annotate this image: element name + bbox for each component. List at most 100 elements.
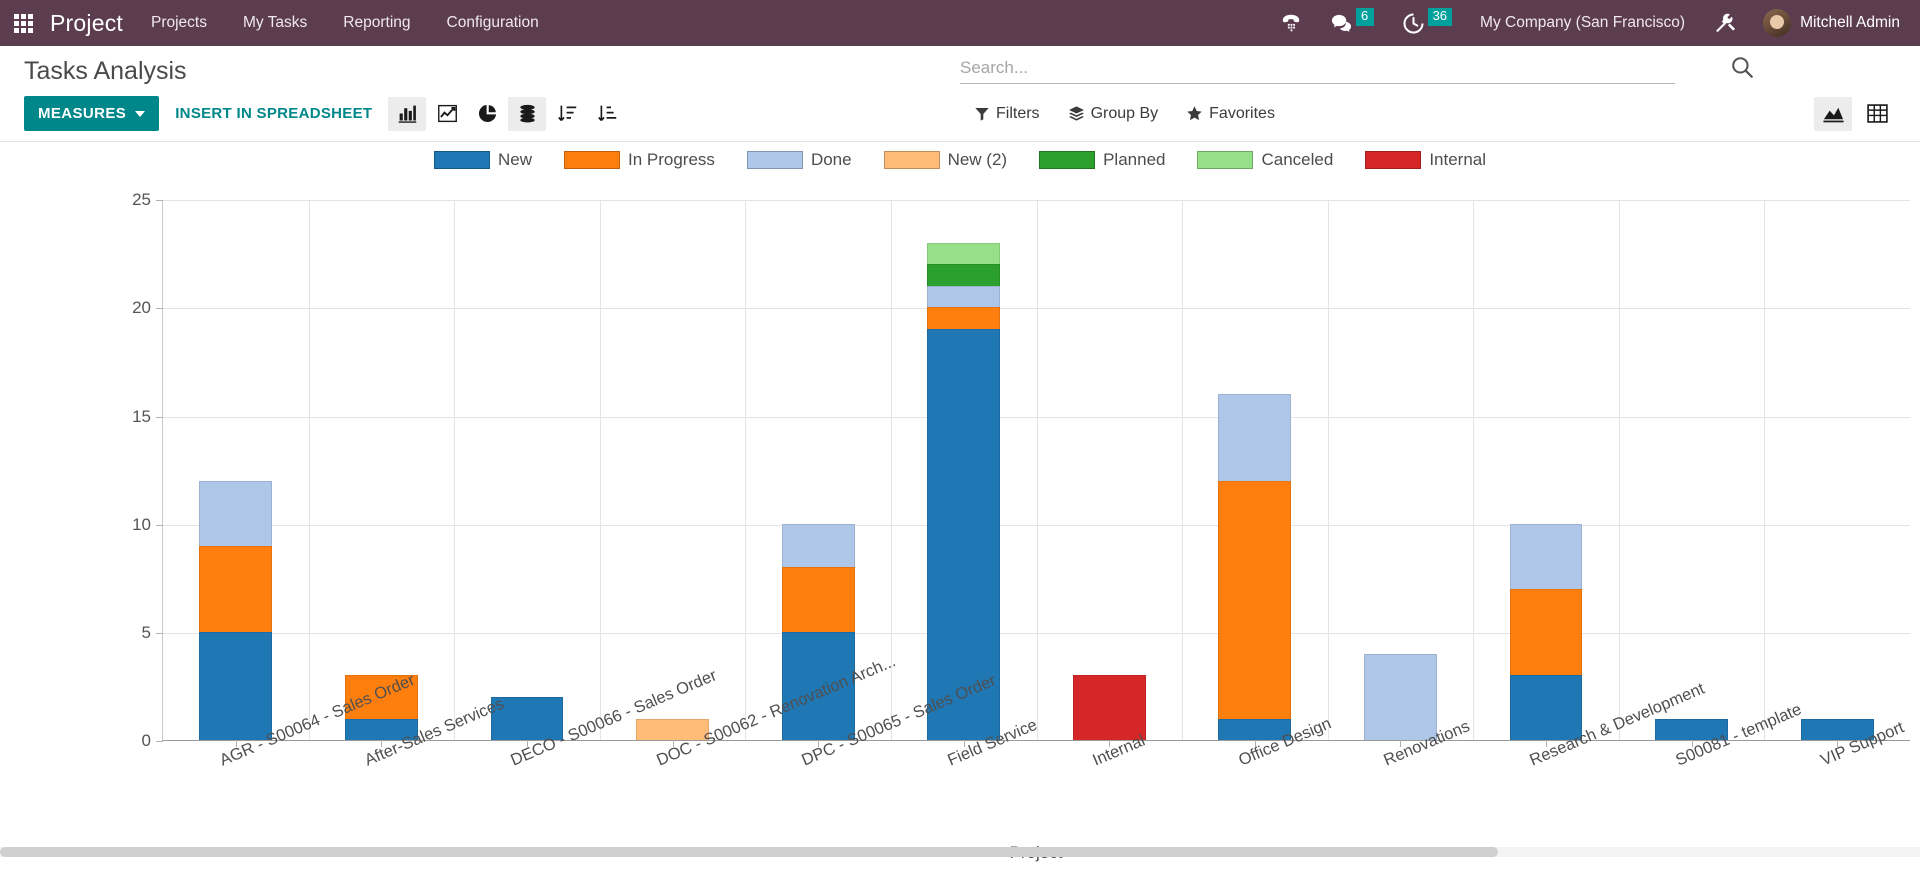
x-gridline xyxy=(1036,200,1038,741)
bar-stack[interactable] xyxy=(927,242,1001,741)
bar-segment-in-progress[interactable] xyxy=(1218,480,1292,719)
pivot-view-icon[interactable] xyxy=(1858,97,1896,131)
scrollbar-thumb[interactable] xyxy=(0,847,1498,858)
star-icon xyxy=(1187,106,1202,121)
nav-item-my-tasks[interactable]: My Tasks xyxy=(225,0,325,46)
filters-label: Filters xyxy=(996,104,1040,122)
chart-plot-inner: 0 5 10 15 20 25 xyxy=(132,190,1910,750)
x-gridline xyxy=(745,200,747,741)
bar-segment-in-progress[interactable] xyxy=(1509,588,1583,676)
legend-label: Done xyxy=(810,150,852,170)
x-gridline xyxy=(454,200,456,741)
y-tick-mark xyxy=(156,741,163,743)
sort-ascending-icon[interactable] xyxy=(588,97,626,131)
y-tick-mark xyxy=(156,524,163,526)
graph-view: New In Progress Done New (2) Planned Canceled… xyxy=(0,142,1920,862)
filters-dropdown[interactable]: Filters xyxy=(960,101,1054,127)
page-title: Tasks Analysis xyxy=(24,57,187,85)
nav-item-configuration[interactable]: Configuration xyxy=(429,0,557,46)
pie-chart-icon[interactable] xyxy=(468,97,506,131)
wrench-screwdriver-icon xyxy=(1716,13,1735,32)
legend-item-new-2[interactable]: New (2) xyxy=(883,150,1008,170)
horizontal-scrollbar[interactable] xyxy=(0,847,1920,858)
bar-segment-in-progress[interactable] xyxy=(781,567,855,633)
bar-stack[interactable] xyxy=(1364,653,1437,741)
bar-stack[interactable] xyxy=(1509,523,1583,741)
stacked-icon[interactable] xyxy=(508,96,547,131)
filter-group: Filters Group By Favorites xyxy=(960,101,1289,127)
legend-item-in-progress[interactable]: In Progress xyxy=(564,150,715,170)
bar-segment-done[interactable] xyxy=(781,523,855,568)
messages-count-badge: 6 xyxy=(1355,8,1374,26)
bar-stack[interactable] xyxy=(1072,675,1146,741)
messages-button[interactable]: 6 xyxy=(1316,0,1388,46)
legend-swatch xyxy=(1365,151,1422,170)
activities-count-badge: 36 xyxy=(1427,8,1453,26)
graph-view-icon[interactable] xyxy=(1814,96,1852,131)
control-panel: Tasks Analysis MEASURES INSERT IN SPREAD… xyxy=(0,46,1920,143)
legend-item-internal[interactable]: Internal xyxy=(1365,150,1486,170)
chart-legend: New In Progress Done New (2) Planned Canceled… xyxy=(0,150,1920,170)
x-gridline xyxy=(1764,200,1766,741)
y-tick-label: 20 xyxy=(132,298,151,318)
legend-item-canceled[interactable]: Canceled xyxy=(1197,150,1333,170)
bar-chart-icon[interactable] xyxy=(388,96,427,131)
voip-button[interactable] xyxy=(1266,0,1316,46)
app-brand-project[interactable]: Project xyxy=(46,10,133,37)
user-menu[interactable]: Mitchell Admin xyxy=(1751,9,1906,37)
avatar xyxy=(1763,9,1792,37)
activities-button[interactable]: 36 xyxy=(1388,0,1466,46)
search-input[interactable] xyxy=(960,58,1675,78)
x-gridline xyxy=(599,200,601,741)
bar-segment-in-progress[interactable] xyxy=(199,545,273,633)
legend-swatch xyxy=(746,151,803,170)
apps-grid-icon[interactable] xyxy=(0,0,46,46)
legend-item-planned[interactable]: Planned xyxy=(1039,150,1165,170)
y-tick-mark xyxy=(156,308,163,310)
bar-segment-canceled[interactable] xyxy=(927,242,1001,265)
bar-segment-internal[interactable] xyxy=(1072,675,1146,741)
legend-label: New (2) xyxy=(947,150,1008,170)
bar-stack[interactable] xyxy=(1218,394,1292,741)
line-chart-icon[interactable] xyxy=(428,97,466,131)
groupby-dropdown[interactable]: Group By xyxy=(1054,101,1173,127)
x-gridline xyxy=(1182,200,1184,741)
bar-segment-done[interactable] xyxy=(1218,394,1292,481)
x-gridline xyxy=(1327,200,1329,741)
bar-segment-new[interactable] xyxy=(199,632,273,741)
insert-in-spreadsheet-button[interactable]: INSERT IN SPREADSHEET xyxy=(159,105,388,122)
favorites-dropdown[interactable]: Favorites xyxy=(1172,101,1289,127)
legend-label: Internal xyxy=(1429,150,1487,170)
magnifier-icon[interactable] xyxy=(1729,54,1755,85)
legend-swatch xyxy=(564,151,620,170)
legend-swatch xyxy=(883,151,940,170)
debug-menu-button[interactable] xyxy=(1699,0,1751,46)
measures-button[interactable]: MEASURES xyxy=(24,96,160,132)
bar-segment-done[interactable] xyxy=(1509,523,1583,589)
view-switcher xyxy=(1814,96,1898,131)
bar-segment-new[interactable] xyxy=(1509,675,1583,741)
bar-segment-done[interactable] xyxy=(927,285,1001,308)
bar-segment-planned[interactable] xyxy=(927,264,1001,286)
y-tick-mark xyxy=(156,200,163,202)
legend-item-done[interactable]: Done xyxy=(746,150,852,170)
sort-descending-icon[interactable] xyxy=(548,97,586,131)
bar-stack[interactable] xyxy=(199,480,273,741)
company-switcher[interactable]: My Company (San Francisco) xyxy=(1466,14,1699,32)
legend-label: Planned xyxy=(1103,150,1166,170)
legend-swatch xyxy=(433,151,490,170)
legend-item-new[interactable]: New xyxy=(433,150,532,170)
nav-item-reporting[interactable]: Reporting xyxy=(325,0,428,46)
x-gridline xyxy=(1473,200,1475,741)
bar-segment-done[interactable] xyxy=(1364,653,1437,741)
legend-label: In Progress xyxy=(628,150,715,170)
y-tick-label: 25 xyxy=(132,190,151,210)
bar-segment-done[interactable] xyxy=(199,480,273,546)
groupby-label: Group By xyxy=(1090,104,1159,122)
username-label: Mitchell Admin xyxy=(1800,14,1900,31)
measures-label: MEASURES xyxy=(38,105,127,123)
nav-item-projects[interactable]: Projects xyxy=(133,0,225,46)
chevron-down-icon xyxy=(135,110,146,117)
x-gridline xyxy=(1618,200,1620,741)
bar-segment-in-progress[interactable] xyxy=(927,307,1001,330)
